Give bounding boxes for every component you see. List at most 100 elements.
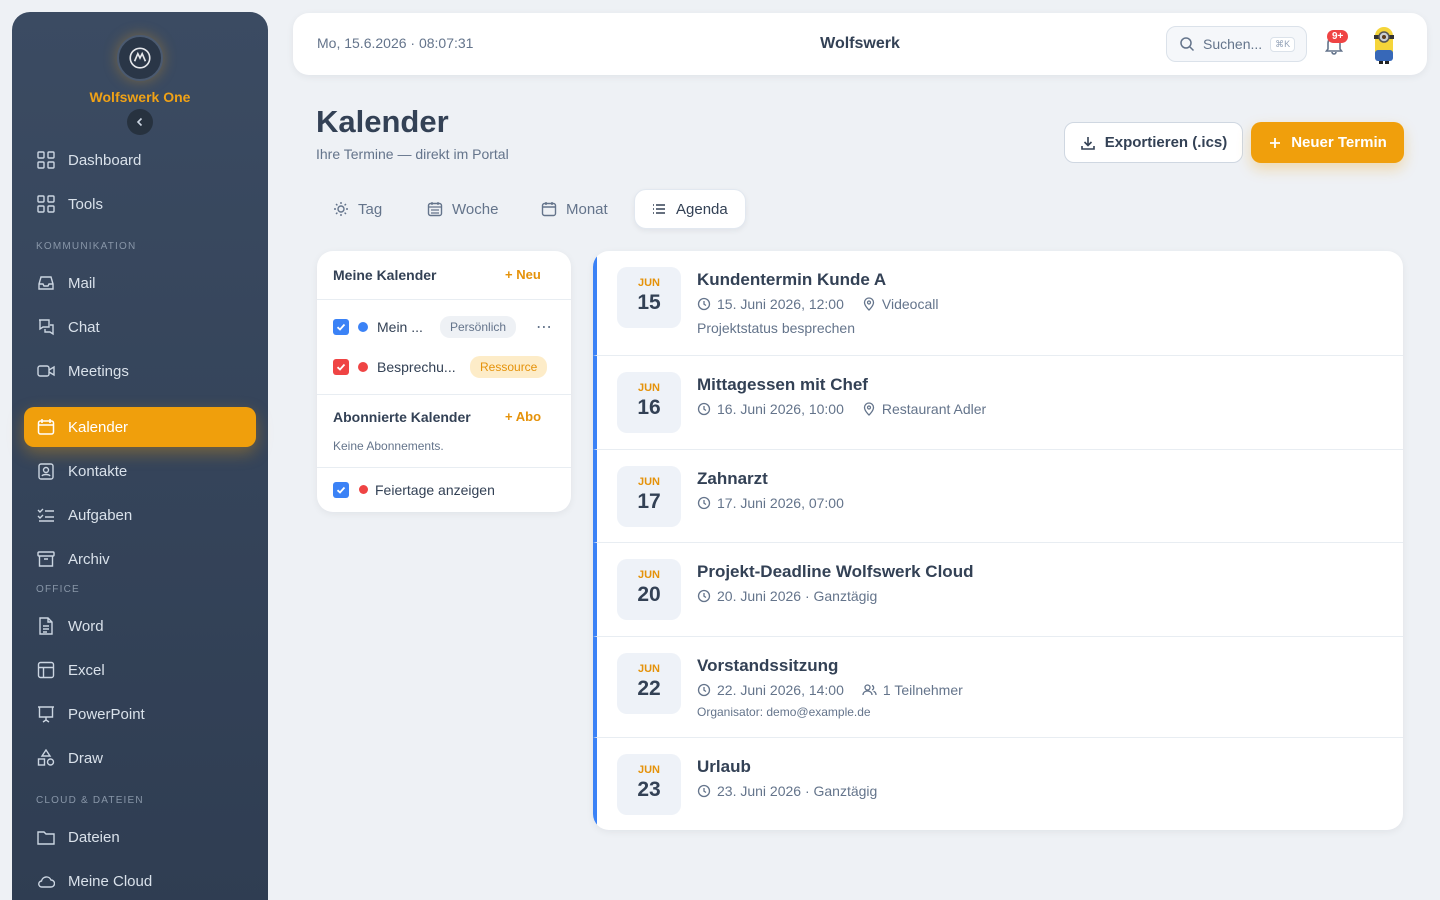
event-time: 17. Juni 2026, 07:00 (717, 495, 844, 511)
tab-tag[interactable]: Tag (317, 189, 398, 229)
subscribed-calendars-title: Abonnierte Kalender (333, 409, 471, 425)
dashboard-icon (36, 150, 56, 170)
sidebar-item-excel[interactable]: Excel (24, 650, 256, 690)
check-icon (336, 486, 346, 494)
event-day: 15 (637, 291, 661, 314)
sidebar-item-mail[interactable]: Mail (24, 263, 256, 303)
holidays-checkbox[interactable] (333, 482, 349, 498)
chat-icon (36, 317, 56, 337)
collapse-sidebar-button[interactable] (127, 109, 153, 135)
add-subscription-label: Abo (515, 409, 542, 424)
export-ics-button[interactable]: Exportieren (.ics) (1064, 122, 1243, 163)
sidebar-item-draw[interactable]: Draw (24, 738, 256, 778)
event-month: JUN (637, 764, 660, 776)
clock-icon (697, 496, 711, 510)
agenda-event[interactable]: JUN 17 Zahnarzt 17. Juni 2026, 07:00 (593, 450, 1403, 543)
more-options-icon[interactable]: ⋯ (536, 317, 552, 337)
sidebar-item-kalender[interactable]: Kalender (24, 407, 256, 447)
calendar-name: Besprechu... (377, 359, 456, 375)
calendar-checkbox-besprechung[interactable] (333, 359, 349, 375)
search-placeholder: Suchen... (1203, 36, 1263, 52)
divider (317, 299, 571, 300)
event-participants: 1 Teilnehmer (882, 682, 963, 698)
plus-icon (1268, 136, 1282, 150)
new-event-button[interactable]: Neuer Termin (1251, 122, 1404, 163)
add-subscription-button[interactable]: + Abo (505, 409, 541, 424)
sidebar-item-powerpoint[interactable]: PowerPoint (24, 694, 256, 734)
document-icon (36, 616, 56, 636)
sidebar-item-label: Dateien (68, 828, 120, 846)
sidebar-item-aufgaben[interactable]: Aufgaben (24, 495, 256, 535)
plus-icon: + (505, 267, 517, 282)
agenda-event[interactable]: JUN 16 Mittagessen mit Chef 16. Juni 202… (593, 356, 1403, 450)
event-month: JUN (637, 663, 660, 675)
sidebar-item-label: Aufgaben (68, 506, 133, 524)
event-date-badge: JUN 20 (617, 559, 681, 620)
brand-logo[interactable] (117, 35, 163, 81)
sidebar-item-word[interactable]: Word (24, 606, 256, 646)
tab-label: Monat (566, 200, 608, 218)
sidebar-item-label: PowerPoint (68, 705, 145, 723)
calendar-tag: Ressource (470, 356, 548, 378)
event-date-badge: JUN 15 (617, 267, 681, 328)
event-month: JUN (637, 277, 660, 289)
agenda-event[interactable]: JUN 22 Vorstandssitzung 22. Juni 2026, 1… (593, 637, 1403, 738)
event-time: 20. Juni 2026 · Ganztägig (717, 588, 878, 604)
divider (317, 394, 571, 395)
event-title: Kundentermin Kunde A (697, 270, 887, 289)
sidebar-item-label: Archiv (68, 550, 110, 568)
export-label: Exportieren (.ics) (1104, 134, 1228, 151)
sidebar-item-label: Kontakte (68, 462, 128, 480)
calendar-tag: Persönlich (440, 316, 517, 338)
plus-icon: + (505, 409, 516, 424)
event-organizer: Organisator: demo@example.de (697, 705, 871, 719)
sun-icon (333, 201, 349, 217)
sidebar-item-tools[interactable]: Tools (24, 184, 256, 224)
sidebar-item-archiv[interactable]: Archiv (24, 539, 256, 579)
holiday-color-dot (359, 485, 368, 494)
tasks-icon (36, 505, 56, 525)
no-subscriptions-text: Keine Abonnements. (333, 439, 444, 453)
tab-agenda[interactable]: Agenda (634, 189, 746, 229)
section-kommunikation: KOMMUNIKATION (36, 241, 137, 252)
event-month: JUN (637, 476, 660, 488)
tab-woche[interactable]: Woche (411, 189, 514, 229)
section-cloud-dateien: CLOUD & DATEIEN (36, 795, 144, 806)
sidebar-item-label: Tools (68, 195, 104, 213)
sidebar-item-kontakte[interactable]: Kontakte (24, 451, 256, 491)
event-day: 16 (637, 396, 661, 419)
sidebar-item-dateien[interactable]: Dateien (24, 817, 256, 857)
top-bar: Mo, 15.6.2026 · 08:07:31 Wolfswerk Suche… (293, 13, 1427, 75)
agenda-event[interactable]: JUN 15 Kundentermin Kunde A 15. Juni 202… (593, 251, 1403, 356)
event-title: Vorstandssitzung (697, 656, 839, 675)
agenda-event[interactable]: JUN 23 Urlaub 23. Juni 2026 · Ganztägig (593, 738, 1403, 830)
sidebar-item-label: Excel (68, 661, 105, 679)
event-time: 23. Juni 2026 · Ganztägig (717, 783, 878, 799)
spreadsheet-icon (36, 660, 56, 680)
location-pin-icon (862, 402, 876, 416)
tab-monat[interactable]: Monat (525, 189, 624, 229)
divider (317, 467, 571, 468)
calendar-checkbox-mein[interactable] (333, 319, 349, 335)
avatar[interactable] (1366, 23, 1402, 65)
sidebar-item-meetings[interactable]: Meetings (24, 351, 256, 391)
event-date-badge: JUN 22 (617, 653, 681, 714)
new-event-label: Neuer Termin (1291, 134, 1387, 151)
agenda-event[interactable]: JUN 20 Projekt-Deadline Wolfswerk Cloud … (593, 543, 1403, 637)
event-meta: 23. Juni 2026 · Ganztägig (697, 783, 877, 799)
sidebar-item-label: Draw (68, 749, 104, 767)
inbox-icon (36, 273, 56, 293)
notification-badge: 9+ (1327, 30, 1349, 43)
sidebar-item-label: Word (68, 617, 104, 635)
sidebar-item-dashboard[interactable]: Dashboard (24, 140, 256, 180)
sidebar-item-chat[interactable]: Chat (24, 307, 256, 347)
add-calendar-button[interactable]: + Neu (505, 267, 541, 282)
event-day: 20 (637, 583, 661, 606)
event-title: Mittagessen mit Chef (697, 375, 868, 394)
sidebar-item-meine-cloud[interactable]: Meine Cloud (24, 861, 256, 900)
event-title: Projekt-Deadline Wolfswerk Cloud (697, 562, 974, 581)
search-shortcut: ⌘K (1270, 36, 1296, 52)
search-input[interactable]: Suchen... ⌘K (1166, 26, 1307, 62)
sidebar-item-label: Mail (68, 274, 96, 292)
download-icon (1080, 135, 1096, 151)
